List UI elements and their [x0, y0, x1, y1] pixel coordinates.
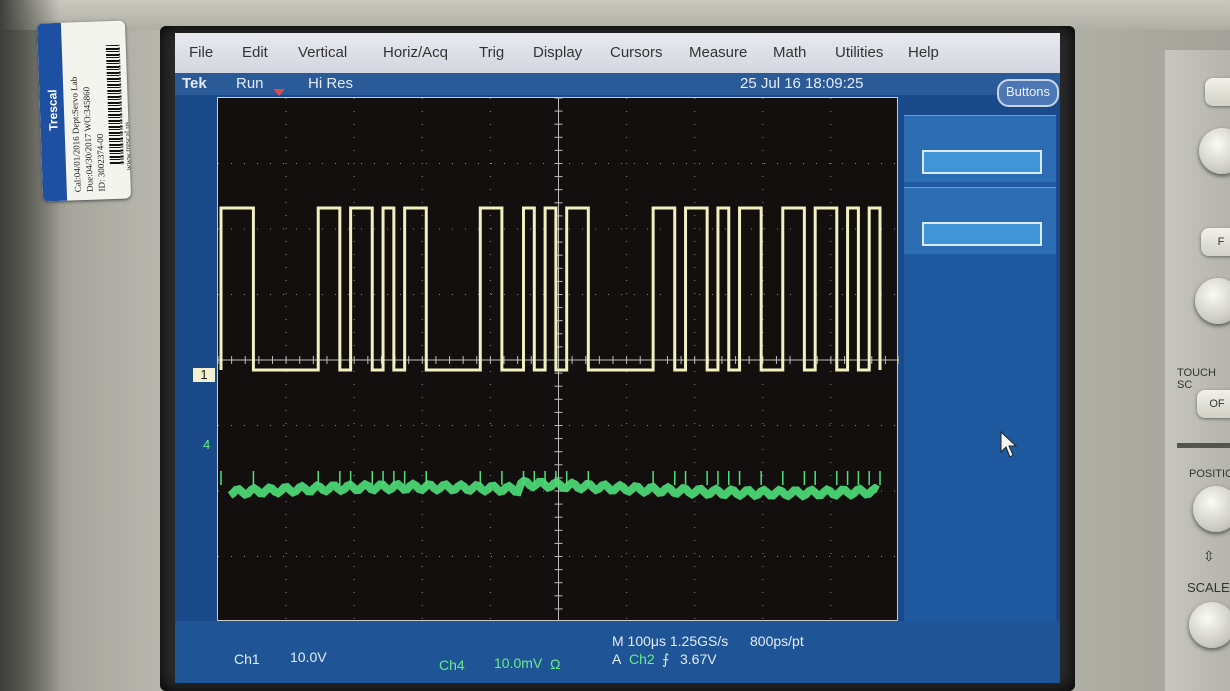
ch4-coupling: Ω — [550, 656, 561, 672]
trigger-source[interactable]: Ch2 — [629, 651, 655, 667]
menu-cursors[interactable]: Cursors — [610, 44, 663, 61]
panel-knob-2[interactable] — [1195, 278, 1230, 324]
readout-bar: Ch1 10.0V Ch4 10.0mV Ω M 100μs 1.25GS/s … — [175, 621, 1060, 683]
ch4-ground-marker[interactable]: 4 — [203, 437, 210, 452]
menu-help[interactable]: Help — [908, 44, 939, 61]
timebase[interactable]: M 100μs 1.25GS/s — [612, 633, 728, 649]
trigger-prefix: A — [612, 651, 622, 667]
ch1-label[interactable]: Ch1 — [234, 651, 260, 667]
acq-mode: Hi Res — [308, 75, 354, 92]
position-knob[interactable] — [1193, 486, 1230, 532]
panel-button-f[interactable]: F — [1201, 228, 1230, 256]
sticker-barcode — [105, 44, 124, 166]
ch1-waveform — [219, 206, 882, 372]
brand-label: Tek — [182, 75, 207, 92]
menu-file[interactable]: File — [189, 44, 213, 61]
trigger-slope-icon: ⨍ — [662, 651, 670, 667]
menu-measure[interactable]: Measure — [689, 44, 747, 61]
menu-display[interactable]: Display — [533, 44, 582, 61]
graticule — [217, 97, 899, 622]
sticker-brand: Trescal — [45, 89, 61, 132]
trigger-level[interactable]: 3.67V — [680, 651, 717, 667]
touch-off-button[interactable]: OF — [1197, 390, 1230, 418]
run-state: Run — [236, 75, 264, 92]
menu-edit[interactable]: Edit — [242, 44, 268, 61]
touch-screen-label: TOUCH SC — [1177, 367, 1216, 391]
mouse-pointer-icon — [1000, 431, 1018, 458]
scope-screen: File Edit Vertical Horiz/Acq Trig Displa… — [175, 33, 1060, 683]
points-spacing: 800ps/pt — [750, 633, 804, 649]
status-bar: Tek Run Hi Res 25 Jul 16 18:09:25 — [175, 73, 1060, 95]
side-menu-slot-1 — [904, 115, 1056, 182]
panel-knob-1[interactable] — [1199, 128, 1230, 174]
ch1-ground-marker[interactable]: 1 — [193, 368, 215, 382]
calibration-sticker: Trescal Cal:04/01/2016 Dept:Servo Lab Du… — [36, 20, 132, 202]
ch1-scale[interactable]: 10.0V — [290, 649, 327, 665]
side-menu-panel — [904, 115, 1056, 655]
panel-button-f-label: F — [1217, 236, 1225, 248]
trigger-position-marker — [273, 89, 285, 96]
menu-math[interactable]: Math — [773, 44, 806, 61]
side-menu-slot-2 — [904, 187, 1056, 254]
sticker-id-line: ID: 3002374-00 — [94, 133, 107, 192]
waveform-display — [218, 98, 899, 622]
sticker-due-line: Due:04/30/2017 WO:345860 — [81, 86, 95, 193]
panel-button-top[interactable] — [1205, 78, 1230, 106]
menu-utilities[interactable]: Utilities — [835, 44, 883, 61]
panel-divider — [1177, 443, 1230, 448]
updown-arrows-icon: ⇳ — [1203, 548, 1215, 564]
datetime: 25 Jul 16 18:09:25 — [740, 75, 864, 92]
ch4-waveform — [227, 476, 880, 501]
sticker-band: Trescal — [36, 22, 68, 202]
front-panel-controls: F TOUCH SC OF POSITIO ⇳ SCALE — [1165, 50, 1230, 691]
side-menu-field-1[interactable] — [922, 150, 1042, 174]
ch4-label[interactable]: Ch4 — [439, 657, 465, 673]
menu-trig[interactable]: Trig — [479, 44, 504, 61]
side-menu-field-2[interactable] — [922, 222, 1042, 246]
buttons-button[interactable]: Buttons — [997, 79, 1059, 107]
ch4-scale[interactable]: 10.0mV — [494, 655, 542, 671]
scale-knob[interactable] — [1189, 602, 1230, 648]
touch-off-label: OF — [1209, 398, 1225, 410]
scale-label: SCALE — [1187, 580, 1230, 595]
menu-vertical[interactable]: Vertical — [298, 44, 347, 61]
menu-bar: File Edit Vertical Horiz/Acq Trig Displa… — [175, 33, 1060, 73]
menu-horiz-acq[interactable]: Horiz/Acq — [383, 44, 448, 61]
position-label: POSITIO — [1189, 468, 1230, 480]
